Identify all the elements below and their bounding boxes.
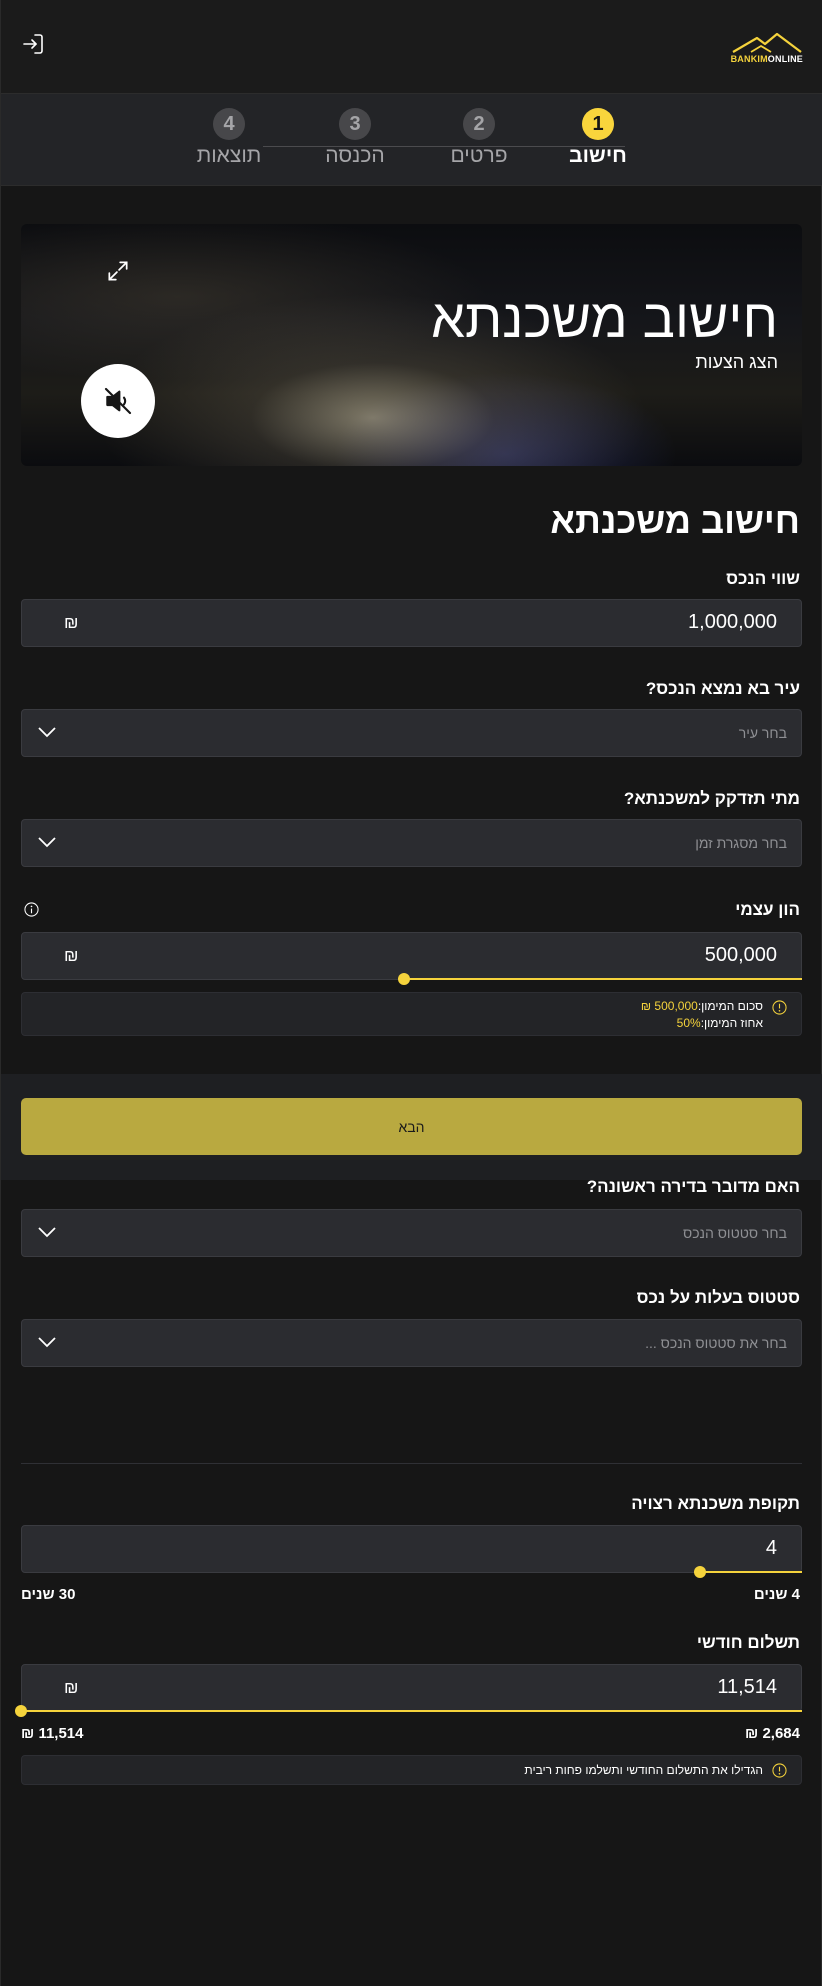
form-title: חישוב משכנתא	[550, 500, 800, 541]
min-percent-line: אחוז המימון:50%	[677, 1016, 763, 1030]
city-select[interactable]: בחר עיר	[21, 709, 802, 757]
step-number: 1	[582, 108, 614, 140]
first-apartment-placeholder: בחר סטטוס הנכס	[683, 1225, 787, 1241]
min-amount-label: סכום המימון:	[697, 999, 763, 1013]
equity-input[interactable]: 500,000 ₪	[21, 932, 802, 980]
hero-video[interactable]: חישוב משכנתא הצג הצעות	[21, 224, 802, 466]
step-label: חישוב	[569, 144, 627, 167]
chevron-down-icon	[38, 1227, 56, 1238]
login-icon[interactable]	[21, 32, 45, 56]
first-apartment-label: האם מדובר בדירה ראשונה?	[586, 1177, 800, 1196]
ownership-status-select[interactable]: בחר את סטטוס הנכס ...	[21, 1319, 802, 1367]
monthly-input[interactable]: 11,514 ₪	[21, 1664, 802, 1712]
step-number: 3	[339, 108, 371, 140]
step-1[interactable]: 1 חישוב	[538, 108, 658, 168]
next-button-bar: הבא	[1, 1074, 822, 1180]
period-max-label: 30 שנים	[21, 1586, 76, 1603]
when-needed-label: מתי תזדקק למשכנתא?	[623, 789, 800, 808]
ownership-status-label: סטטוס בעלות על נכס	[636, 1288, 800, 1307]
equity-label: הון עצמי	[735, 900, 800, 919]
property-value-input[interactable]: 1,000,000 ₪	[21, 599, 802, 647]
mute-icon	[104, 387, 132, 415]
show-offers-link[interactable]: הצג הצעות	[695, 352, 778, 373]
section-divider	[21, 1463, 802, 1464]
monthly-value: 11,514	[717, 1676, 777, 1698]
chevron-down-icon	[38, 727, 56, 738]
step-label: תוצאות	[196, 144, 262, 167]
timeframe-placeholder: בחר מסגרת זמן	[695, 835, 787, 851]
logo-text: BANKIMONLINE	[730, 54, 803, 64]
property-value-label: שווי הנכס	[726, 569, 800, 588]
equity-slider-fill	[403, 978, 802, 980]
min-percent-label: אחוז המימון:	[700, 1016, 763, 1030]
property-value: 1,000,000	[688, 611, 777, 633]
timeframe-select[interactable]: בחר מסגרת זמן	[21, 819, 802, 867]
period-slider-fill	[700, 1571, 802, 1573]
monthly-slider-thumb[interactable]	[15, 1705, 27, 1717]
monthly-slider-fill	[21, 1710, 802, 1712]
shekel-icon: ₪	[64, 613, 79, 632]
city-label: עיר בא נמצא הנכס?	[645, 679, 800, 698]
monthly-max-label: 11,514 ₪	[21, 1725, 84, 1742]
min-financing-box: סכום המימון:500,000 ₪ אחוז המימון:50%	[21, 992, 802, 1036]
hero-title: חישוב משכנתא	[431, 289, 778, 349]
period-label: תקופת משכנתא רצויה	[631, 1494, 800, 1513]
shekel-icon: ₪	[64, 946, 79, 965]
step-3[interactable]: 3 הכנסה	[295, 108, 415, 168]
period-value: 4	[765, 1537, 777, 1559]
app-header: BANKIMONLINE	[1, 0, 822, 94]
period-input[interactable]: 4	[21, 1525, 802, 1573]
step-2[interactable]: 2 פרטים	[419, 108, 539, 168]
info-icon[interactable]	[24, 902, 39, 917]
next-button[interactable]: הבא	[21, 1098, 802, 1155]
step-label: פרטים	[450, 144, 508, 167]
logo-roof-icon	[732, 32, 802, 53]
info-icon	[772, 1763, 787, 1778]
min-amount-value: 500,000 ₪	[640, 999, 698, 1013]
mute-button[interactable]	[81, 364, 155, 438]
min-percent-value: 50%	[676, 1016, 701, 1030]
chevron-down-icon	[38, 1337, 56, 1348]
bankim-online-logo[interactable]: BANKIMONLINE	[731, 28, 803, 64]
step-number: 2	[463, 108, 495, 140]
first-apartment-select[interactable]: בחר סטטוס הנכס	[21, 1209, 802, 1257]
equity-slider-thumb[interactable]	[397, 973, 410, 985]
period-min-label: 4 שנים	[753, 1586, 800, 1603]
min-amount-line: סכום המימון:500,000 ₪	[641, 999, 763, 1013]
monthly-min-label: 2,684 ₪	[745, 1725, 800, 1742]
step-4[interactable]: 4 תוצאות	[169, 108, 289, 168]
progress-stepper: 1 חישוב 2 פרטים 3 הכנסה 4 תוצאות	[1, 94, 822, 186]
monthly-hint-text: הגדילו את התשלום החודשי ותשלמו פחות ריבי…	[524, 1763, 763, 1777]
step-label: הכנסה	[325, 144, 385, 167]
shekel-icon: ₪	[64, 1678, 79, 1697]
ownership-status-placeholder: בחר את סטטוס הנכס ...	[645, 1335, 787, 1351]
period-slider-thumb[interactable]	[694, 1566, 707, 1578]
monthly-hint-box: הגדילו את התשלום החודשי ותשלמו פחות ריבי…	[21, 1755, 802, 1785]
info-icon	[772, 1000, 787, 1015]
step-number: 4	[213, 108, 245, 140]
expand-icon[interactable]	[105, 258, 131, 284]
monthly-label: תשלום חודשי	[696, 1633, 800, 1652]
city-placeholder: בחר עיר	[738, 725, 787, 741]
equity-value: 500,000	[704, 944, 777, 966]
chevron-down-icon	[38, 837, 56, 848]
